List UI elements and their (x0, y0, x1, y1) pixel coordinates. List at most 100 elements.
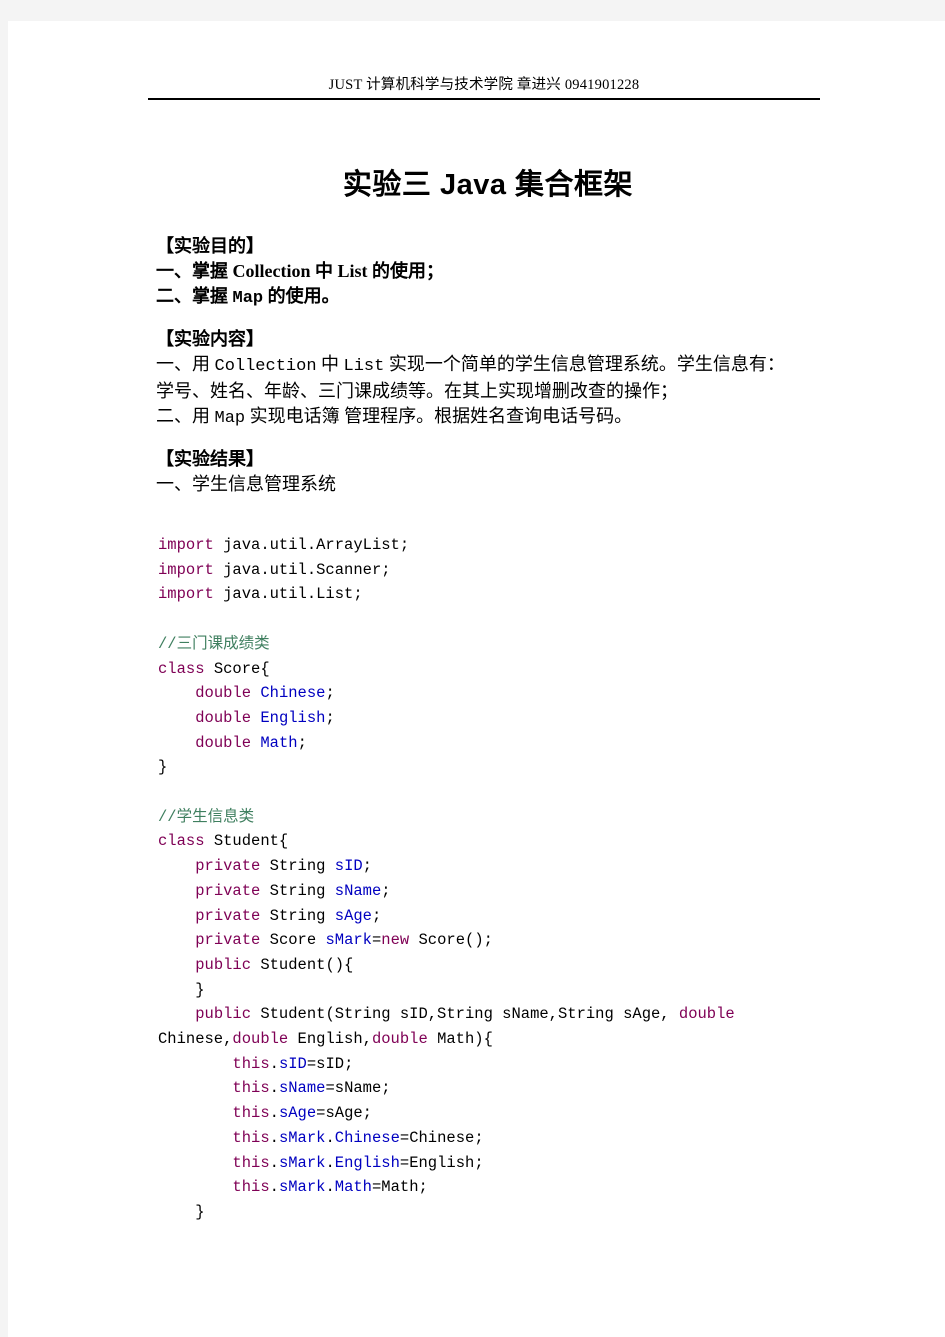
code-token: sName (278, 1079, 326, 1098)
code-token: ; (371, 906, 382, 925)
code-token: . (325, 1153, 335, 1172)
code-token: double (195, 684, 252, 703)
section-heading: 【实验结果】 (156, 449, 264, 469)
code-line: } (158, 978, 898, 1003)
code-token: sMark (278, 1128, 326, 1147)
code-block: import java.util.ArrayList; import java.u… (158, 533, 898, 1225)
code-token: java.util.Scanner; (213, 560, 391, 579)
code-token: ; (362, 857, 372, 876)
code-line: double English; (158, 706, 898, 731)
code-token: java.util.List; (213, 585, 363, 604)
code-token: private (195, 881, 261, 900)
code-token: Student(String sID,String sName,String s… (251, 1005, 679, 1024)
code-token: =sAge; (316, 1104, 372, 1123)
code-token: . (269, 1153, 279, 1172)
code-line: private String sName; (158, 879, 898, 904)
code-line: //三门课成绩类 (158, 632, 898, 657)
code-token: Chinese (334, 1128, 400, 1147)
code-token: String (260, 857, 335, 876)
section-3: 【实验结果】一、学生信息管理系统 (156, 447, 856, 497)
code-token: ; (297, 733, 307, 752)
code-token: sID (334, 857, 363, 876)
code-line: Chinese,double English,double Math){ (158, 1027, 898, 1052)
code-line: class Student{ (158, 829, 898, 854)
section-2: 【实验内容】一、用 Collection 中 List 实现一个简单的学生信息管… (156, 327, 856, 431)
code-token: English (260, 708, 326, 727)
text-run: 实现电话簿 管理程序。根据姓名查询电话号码。 (245, 406, 633, 426)
section-line: 二、掌握 Map 的使用。 (156, 284, 856, 311)
code-token: this (232, 1104, 270, 1123)
code-token: import (158, 536, 214, 554)
section-heading: 【实验目的】 (156, 236, 264, 256)
text-run: 一、学生信息管理系统 (156, 474, 336, 494)
code-line: } (158, 1200, 898, 1225)
code-line: this.sID=sID; (158, 1052, 898, 1077)
code-token: English (334, 1153, 400, 1172)
code-token: =Chinese; (399, 1128, 484, 1147)
code-token: private (195, 857, 261, 876)
section-line: 一、用 Collection 中 List 实现一个简单的学生信息管理系统。学生… (156, 352, 856, 379)
code-token: = (371, 931, 382, 950)
code-token: double (232, 1030, 289, 1049)
code-token: ; (381, 881, 391, 900)
text-run: 中 (316, 354, 344, 374)
text-run: 的使用； (367, 261, 445, 281)
section-line: 二、用 Map 实现电话簿 管理程序。根据姓名查询电话号码。 (156, 404, 856, 431)
section-line: 一、掌握 Collection 中 List 的使用； (156, 259, 856, 284)
code-token: Score(); (409, 931, 493, 950)
text-run: 学号、姓名、年龄、三门课成绩等。在其上实现增删改查的操作； (156, 381, 678, 401)
code-line: import java.util.Scanner; (158, 558, 898, 583)
code-token: Student{ (204, 832, 289, 851)
code-token: sMark (278, 1178, 326, 1197)
text-run: 一、掌握 (156, 261, 233, 281)
code-line: this.sMark.Math=Math; (158, 1175, 898, 1200)
code-token: sID (278, 1054, 307, 1073)
code-token: //学生信息类 (158, 807, 255, 826)
code-token: double (195, 708, 252, 727)
code-token: double (678, 1005, 735, 1024)
code-token: Score{ (204, 659, 270, 678)
text-run: Map (232, 289, 264, 308)
header-text: JUST 计算机科学与技术学院 章进兴 0941901228 (328, 77, 640, 93)
code-token: this (232, 1178, 270, 1197)
code-token: Math){ (427, 1030, 493, 1049)
code-line: } (158, 755, 898, 780)
code-line: double Math; (158, 731, 898, 756)
code-token: java.util.ArrayList; (213, 536, 410, 554)
code-token: Student(){ (251, 955, 354, 974)
code-token: Chinese (260, 684, 326, 703)
code-token: English, (288, 1030, 372, 1049)
code-token: sAge (278, 1104, 317, 1123)
code-token: Math (334, 1178, 372, 1197)
text-run: 二、用 (156, 406, 215, 426)
code-token: this (232, 1153, 270, 1172)
code-line: public Student(){ (158, 953, 898, 978)
code-token: public (195, 955, 252, 974)
code-token: class (158, 832, 205, 851)
code-line: import java.util.ArrayList; (158, 533, 898, 558)
code-token: ; (325, 708, 335, 727)
text-run: 一、用 (156, 354, 215, 374)
code-token: . (325, 1178, 335, 1197)
code-token: } (158, 980, 205, 999)
code-line: public Student(String sID,String sName,S… (158, 1002, 898, 1027)
section-heading: 【实验内容】 (156, 329, 264, 349)
text-run: 中 (310, 261, 338, 281)
text-run: 的使用。 (263, 286, 340, 306)
code-line: double Chinese; (158, 681, 898, 706)
section-line: 一、学生信息管理系统 (156, 472, 856, 497)
